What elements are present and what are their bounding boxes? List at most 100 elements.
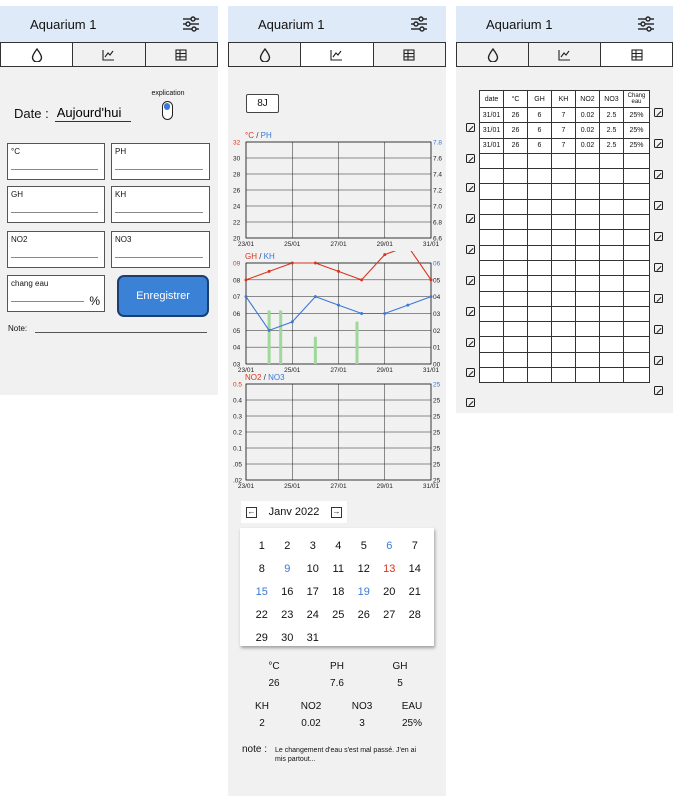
no2-field[interactable]: NO2 xyxy=(7,231,105,268)
calendar-day[interactable]: 17 xyxy=(300,580,326,603)
table-row[interactable] xyxy=(479,321,650,338)
edit-icon[interactable] xyxy=(654,386,663,395)
edit-icon[interactable] xyxy=(466,183,475,192)
y-tick-left: 0.3 xyxy=(233,414,242,421)
calendar-day[interactable]: 23 xyxy=(275,603,301,626)
explication-toggle[interactable] xyxy=(162,101,173,120)
column-header: Chang eau xyxy=(623,90,650,108)
calendar-day[interactable]: 7 xyxy=(402,534,428,557)
calendar-day[interactable]: 8 xyxy=(249,557,275,580)
arrow-left-icon[interactable]: ← xyxy=(246,506,257,518)
table-row[interactable] xyxy=(479,336,650,353)
tab-input[interactable] xyxy=(456,42,529,66)
tab-input[interactable] xyxy=(0,42,74,66)
calendar-day[interactable]: 15 xyxy=(249,580,275,603)
calendar-day[interactable]: 27 xyxy=(377,603,403,626)
edit-icon[interactable] xyxy=(654,139,663,148)
water-change-field[interactable]: chang eau % xyxy=(7,275,105,312)
calendar-day[interactable]: 11 xyxy=(326,557,352,580)
no3-field[interactable]: NO3 xyxy=(111,231,210,268)
tab-input[interactable] xyxy=(228,42,302,66)
calendar-day[interactable]: 16 xyxy=(275,580,301,603)
tab-charts[interactable] xyxy=(529,42,601,66)
table-row[interactable] xyxy=(479,290,650,307)
table-row[interactable]: 31/01 26 6 7 0.02 2.5 25% xyxy=(479,106,650,124)
date-field[interactable] xyxy=(54,104,131,122)
series-point xyxy=(290,261,294,265)
table-row[interactable] xyxy=(479,305,650,323)
table-cell xyxy=(599,229,624,246)
table-row[interactable] xyxy=(479,275,650,292)
edit-icon[interactable] xyxy=(466,214,475,223)
calendar-day[interactable]: 20 xyxy=(377,580,403,603)
calendar-day[interactable]: 25 xyxy=(326,603,352,626)
calendar-day[interactable]: 6 xyxy=(377,534,403,557)
edit-icon[interactable] xyxy=(466,338,475,347)
calendar-day[interactable]: 14 xyxy=(402,557,428,580)
save-button[interactable]: Enregistrer xyxy=(119,277,207,315)
tab-table[interactable] xyxy=(601,42,673,66)
settings-sliders-icon[interactable] xyxy=(410,16,428,32)
edit-icon[interactable] xyxy=(654,232,663,241)
table-row[interactable] xyxy=(479,259,650,277)
note-field[interactable] xyxy=(35,332,207,333)
edit-icon[interactable] xyxy=(654,325,663,334)
temperature-field[interactable]: °C xyxy=(7,143,105,180)
calendar-day[interactable]: 28 xyxy=(402,603,428,626)
calendar-day[interactable]: 1 xyxy=(249,534,275,557)
edit-icon[interactable] xyxy=(466,123,475,132)
calendar-day[interactable]: 3 xyxy=(300,534,326,557)
calendar-day[interactable]: 5 xyxy=(351,534,377,557)
calendar-day[interactable]: 4 xyxy=(326,534,352,557)
calendar-day[interactable]: 9 xyxy=(275,557,301,580)
calendar-day[interactable]: 22 xyxy=(249,603,275,626)
tab-table[interactable] xyxy=(145,42,218,66)
table-cell xyxy=(527,275,552,292)
edit-icon[interactable] xyxy=(466,368,475,377)
calendar-day[interactable]: 26 xyxy=(351,603,377,626)
kh-field[interactable]: KH xyxy=(111,186,210,223)
calendar-day[interactable]: 13 xyxy=(377,557,403,580)
table-row[interactable] xyxy=(479,351,650,369)
calendar-day[interactable]: 19 xyxy=(351,580,377,603)
table-row[interactable] xyxy=(479,367,650,384)
table-row[interactable]: 31/01 26 6 7 0.02 2.5 25% xyxy=(479,137,650,154)
calendar-day[interactable]: 12 xyxy=(351,557,377,580)
edit-icon[interactable] xyxy=(654,108,663,117)
calendar-day[interactable]: 21 xyxy=(402,580,428,603)
table-row[interactable] xyxy=(479,229,650,246)
edit-icon[interactable] xyxy=(654,294,663,303)
edit-icon[interactable] xyxy=(654,170,663,179)
calendar-day[interactable]: 24 xyxy=(300,603,326,626)
ph-field[interactable]: PH xyxy=(111,143,210,180)
edit-icon[interactable] xyxy=(466,398,475,407)
edit-icon[interactable] xyxy=(466,307,475,316)
table-row[interactable] xyxy=(479,168,650,185)
settings-sliders-icon[interactable] xyxy=(637,16,655,32)
edit-icon[interactable] xyxy=(654,356,663,365)
edit-icon[interactable] xyxy=(466,276,475,285)
gh-field[interactable]: GH xyxy=(7,186,105,223)
table-row[interactable] xyxy=(479,198,650,216)
edit-icon[interactable] xyxy=(654,201,663,210)
arrow-right-icon[interactable]: → xyxy=(330,506,342,518)
calendar-day[interactable]: 29 xyxy=(249,626,275,649)
edit-icon[interactable] xyxy=(466,154,475,163)
edit-icon[interactable] xyxy=(654,263,663,272)
calendar-day[interactable]: 2 xyxy=(275,534,301,557)
tab-charts[interactable] xyxy=(301,42,374,66)
table-row[interactable] xyxy=(479,183,650,200)
settings-sliders-icon[interactable] xyxy=(182,16,200,32)
tab-table[interactable] xyxy=(373,42,446,66)
table-row[interactable]: 31/01 26 6 7 0.02 2.5 25% xyxy=(479,122,650,139)
calendar-day[interactable]: 18 xyxy=(326,580,352,603)
range-button[interactable]: 8J xyxy=(246,94,279,113)
edit-icon[interactable] xyxy=(466,245,475,254)
table-row[interactable] xyxy=(479,152,650,170)
calendar-day[interactable]: 31 xyxy=(300,626,326,649)
calendar-day[interactable]: 10 xyxy=(300,557,326,580)
tab-charts[interactable] xyxy=(73,42,146,66)
table-row[interactable] xyxy=(479,214,650,231)
table-row[interactable] xyxy=(479,244,650,261)
calendar-day[interactable]: 30 xyxy=(275,626,301,649)
